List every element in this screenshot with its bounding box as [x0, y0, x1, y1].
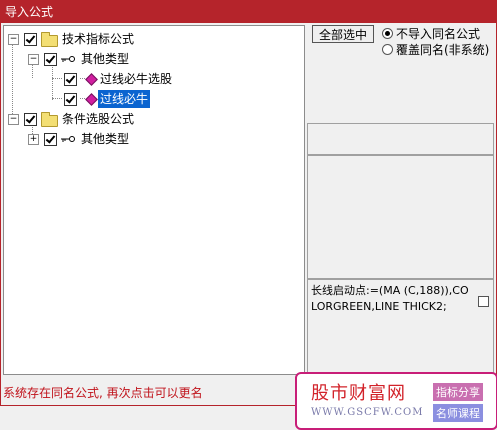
folder-icon [41, 32, 58, 47]
formula-icon [85, 73, 98, 86]
checkbox-checked[interactable] [44, 53, 57, 66]
tree-node-other-type[interactable]: − 其他类型 [4, 50, 304, 68]
collapse-icon[interactable]: − [8, 114, 19, 125]
overwrite-same-name-radio[interactable] [382, 44, 393, 55]
tree-node-condition-screener[interactable]: − 条件选股公式 [4, 110, 304, 128]
checkbox-checked[interactable] [24, 33, 37, 46]
select-all-button[interactable]: 全部选中 [312, 25, 374, 43]
watermark-url: WWW.GSCFW.COM [311, 407, 424, 418]
key-icon [61, 136, 75, 142]
overwrite-same-name-label[interactable]: 覆盖同名(非系统) [396, 41, 489, 58]
tree-node-other-type-2[interactable]: + 其他类型 [4, 130, 304, 148]
window-title: 导入公式 [5, 5, 54, 19]
skip-same-name-label[interactable]: 不导入同名公式 [396, 25, 480, 42]
tree-node-formula-selected[interactable]: 过线必牛 [4, 90, 304, 108]
watermark-logo: 股市财富网 WWW.GSCFW.COM 指标分享 名师课程 [295, 372, 497, 430]
checkbox-checked[interactable] [24, 113, 37, 126]
skip-same-name-radio[interactable] [382, 28, 393, 39]
dialog-body: − 技术指标公式 − 其他类型 过线必牛选股 过线必牛 − 条件选股公式 + 其… [0, 22, 497, 430]
checkbox-checked[interactable] [64, 73, 77, 86]
watermark-brand: 股市财富网 [311, 383, 406, 404]
formula-tree[interactable]: − 技术指标公式 − 其他类型 过线必牛选股 过线必牛 − 条件选股公式 + 其… [3, 25, 305, 375]
collapse-icon[interactable]: − [8, 34, 19, 45]
watermark-tag-share: 指标分享 [433, 383, 483, 401]
expand-icon[interactable]: + [28, 134, 39, 145]
formula-preview-panel: 长线启动点:=(MA (C,188)),COLORGREEN,LINE THIC… [307, 279, 494, 375]
checkbox-checked[interactable] [44, 133, 57, 146]
tree-node-technical-indicators[interactable]: − 技术指标公式 [4, 30, 304, 48]
watermark-tag-course: 名师课程 [433, 404, 483, 422]
tree-node-label: 其他类型 [81, 52, 130, 66]
status-message: 系统存在同名公式, 再次点击可以更名 [3, 386, 203, 400]
title-bar: 导入公式 [0, 0, 497, 22]
tree-node-label-selected: 过线必牛 [98, 90, 151, 108]
preview-checkbox[interactable] [478, 296, 489, 307]
collapse-icon[interactable]: − [28, 54, 39, 65]
folder-icon [41, 112, 58, 127]
tree-node-label: 条件选股公式 [62, 112, 135, 126]
checkbox-checked[interactable] [64, 93, 77, 106]
tree-node-label: 其他类型 [81, 132, 130, 146]
formula-preview-text: 长线启动点:=(MA (C,188)),COLORGREEN,LINE THIC… [311, 284, 469, 313]
tree-node-label: 技术指标公式 [62, 32, 135, 46]
tree-node-label: 过线必牛选股 [100, 72, 173, 86]
key-icon [61, 56, 75, 62]
info-panel-top [307, 123, 494, 155]
formula-icon [85, 93, 98, 106]
tree-node-formula-screener[interactable]: 过线必牛选股 [4, 70, 304, 88]
info-panel-middle [307, 155, 494, 279]
